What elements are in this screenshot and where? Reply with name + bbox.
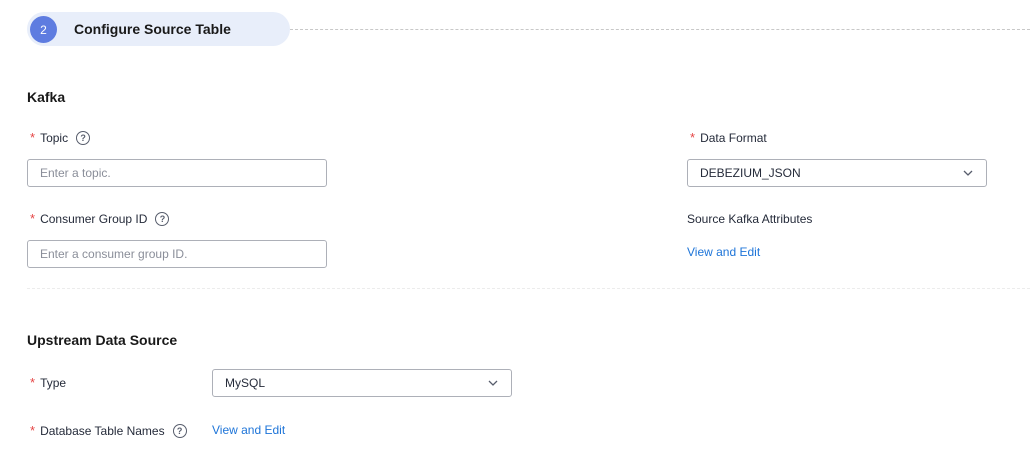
help-icon[interactable]: ?: [172, 424, 187, 438]
data-format-label: * Data Format: [690, 130, 767, 146]
data-format-label-text: Data Format: [700, 131, 767, 145]
topic-input[interactable]: [27, 159, 327, 187]
topic-label-text: Topic: [40, 131, 69, 145]
step-divider-line: [290, 29, 1030, 30]
consumer-group-label: * Consumer Group ID ?: [30, 211, 170, 227]
chevron-down-icon: [488, 380, 498, 386]
source-kafka-attributes-label: Source Kafka Attributes: [687, 212, 813, 226]
required-asterisk-icon: *: [30, 423, 36, 438]
chevron-down-icon: [963, 170, 973, 176]
table-names-label: * Database Table Names ?: [30, 423, 187, 439]
type-select[interactable]: MySQL: [212, 369, 512, 397]
consumer-group-input[interactable]: [27, 240, 327, 268]
required-asterisk-icon: *: [30, 375, 36, 390]
type-label-text: Type: [40, 376, 67, 390]
type-label: * Type: [30, 375, 66, 391]
step-number-badge: 2: [30, 16, 57, 43]
consumer-group-label-text: Consumer Group ID: [40, 212, 148, 226]
topic-label: * Topic ?: [30, 130, 91, 146]
kafka-attributes-view-edit-link[interactable]: View and Edit: [687, 244, 760, 260]
help-icon[interactable]: ?: [76, 131, 91, 145]
type-value: MySQL: [225, 376, 266, 390]
table-names-label-text: Database Table Names: [40, 424, 165, 438]
data-format-value: DEBEZIUM_JSON: [700, 166, 801, 180]
required-asterisk-icon: *: [690, 130, 696, 145]
step-title: Configure Source Table: [74, 21, 231, 37]
required-asterisk-icon: *: [30, 211, 36, 226]
data-format-select[interactable]: DEBEZIUM_JSON: [687, 159, 987, 187]
kafka-section-title: Kafka: [27, 89, 66, 105]
table-names-view-edit-link[interactable]: View and Edit: [212, 422, 285, 438]
required-asterisk-icon: *: [30, 130, 36, 145]
help-icon[interactable]: ?: [155, 212, 170, 226]
section-divider: [27, 288, 1030, 289]
upstream-section-title: Upstream Data Source: [27, 332, 178, 348]
